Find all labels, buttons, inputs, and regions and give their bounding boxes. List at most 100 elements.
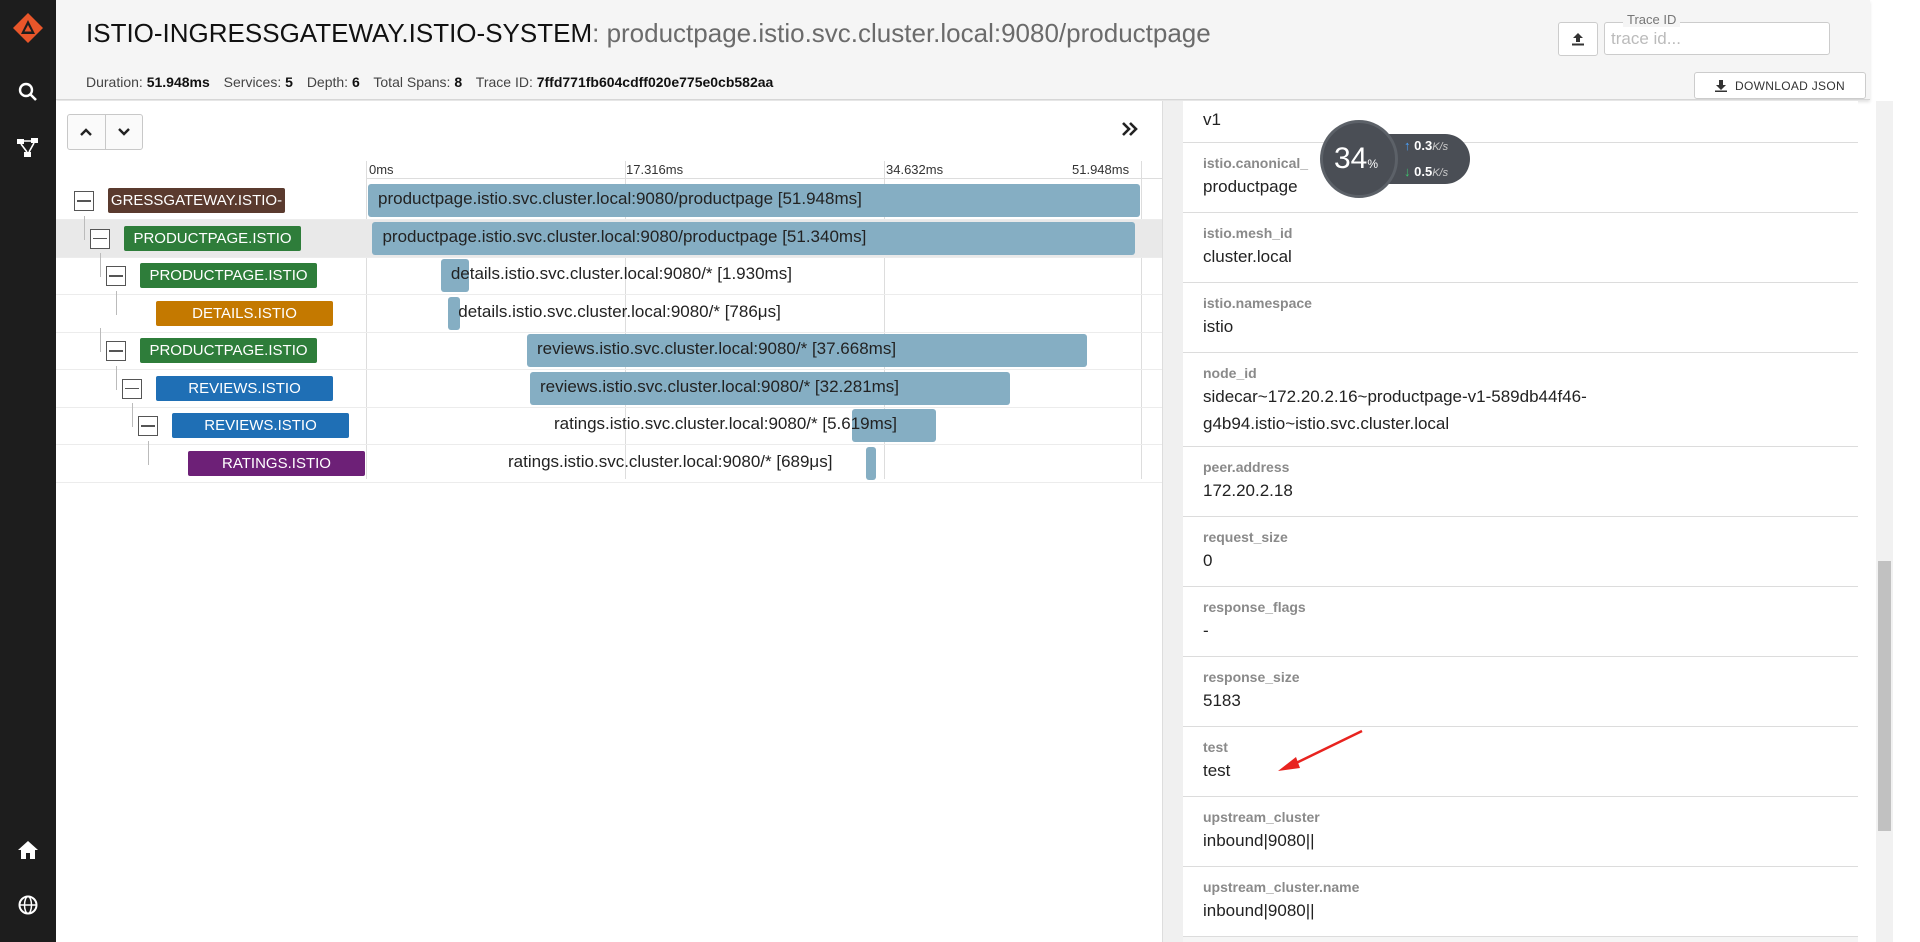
- span-row[interactable]: PRODUCTPAGE.ISTIO details.istio.svc.clust…: [56, 253, 1162, 295]
- tag-row: response_size 5183: [1183, 657, 1858, 727]
- tag-row: v1: [1183, 101, 1858, 143]
- tag-value: inbound|9080||: [1203, 901, 1315, 920]
- tag-key: istio.mesh_id: [1203, 225, 1293, 241]
- jaeger-logo-icon[interactable]: [0, 6, 56, 50]
- download-json-label: DOWNLOAD JSON: [1735, 78, 1845, 93]
- span-bar[interactable]: [865, 446, 877, 480]
- trace-title-operation: productpage.istio.svc.cluster.local:9080…: [606, 18, 1211, 48]
- expand-down-button[interactable]: [106, 115, 143, 149]
- tag-value: 0: [1203, 551, 1213, 570]
- span-label: productpage.istio.svc.cluster.local:9080…: [378, 189, 862, 208]
- depth-label: Depth:: [306, 74, 349, 90]
- search-icon[interactable]: [0, 70, 56, 114]
- span-service-name[interactable]: RATINGS.ISTIO: [188, 450, 365, 476]
- span-row[interactable]: GRESSGATEWAY.ISTIO-productpage.istio.svc…: [56, 182, 1162, 220]
- upload-button[interactable]: [1558, 22, 1598, 56]
- span-label: ratings.istio.svc.cluster.local:9080/* […: [554, 414, 897, 433]
- span-row[interactable]: REVIEWS.ISTIO reviews.istio.svc.cluster.l…: [56, 365, 1162, 408]
- pane-splitter[interactable]: [1162, 101, 1183, 942]
- trace-title: ISTIO-INGRESSGATEWAY.ISTIO-SYSTEM: produ…: [86, 18, 1211, 49]
- cpu-percent-value: 34: [1334, 142, 1368, 175]
- annotation-arrow-icon: [1278, 729, 1363, 771]
- trace-title-service: ISTIO-INGRESSGATEWAY.ISTIO-SYSTEM: [86, 18, 593, 48]
- tag-key: response_size: [1203, 669, 1300, 685]
- tag-value: cluster.local: [1203, 247, 1292, 266]
- span-collapse-toggle[interactable]: [106, 341, 126, 361]
- span-collapse-toggle[interactable]: [138, 416, 158, 436]
- tree-connector: [100, 253, 101, 277]
- total-spans-label: Total Spans:: [373, 74, 451, 90]
- tag-row: upstream_cluster.name inbound|9080||: [1183, 867, 1858, 937]
- tag-value: -: [1203, 621, 1209, 640]
- span-service-name[interactable]: REVIEWS.ISTIO: [172, 413, 349, 438]
- trace-id-search-label: Trace ID: [1623, 12, 1681, 27]
- span-row[interactable]: DETAILS.ISTIO details.istio.svc.cluster.l…: [56, 290, 1162, 333]
- tag-value: 5183: [1203, 691, 1241, 710]
- span-detail-tags: v1 istio.canonical_ productpage istio.mesh_…: [1183, 101, 1858, 942]
- download-json-button[interactable]: DOWNLOAD JSON: [1694, 72, 1866, 99]
- span-service-name[interactable]: DETAILS.ISTIO: [156, 300, 333, 326]
- home-icon[interactable]: [0, 828, 56, 872]
- collapse-up-button[interactable]: [68, 115, 106, 149]
- tag-row: istio.canonical_ productpage: [1183, 143, 1858, 213]
- span-row[interactable]: PRODUCTPAGE.ISTIO reviews.istio.svc.clust…: [56, 328, 1162, 370]
- span-label: ratings.istio.svc.cluster.local:9080/* […: [508, 451, 833, 471]
- trace-id-value: 7ffd771fb604cdff020e775e0cb582aa: [536, 74, 774, 90]
- expand-all-button[interactable]: [1121, 121, 1139, 142]
- tag-key: istio.namespace: [1203, 295, 1312, 311]
- dependencies-icon[interactable]: [0, 126, 56, 170]
- tag-key: istio.canonical_: [1203, 155, 1309, 171]
- span-label: details.istio.svc.cluster.local:9080/* […: [450, 264, 792, 283]
- timeline-tick-label: 51.948ms: [1072, 162, 1130, 177]
- tag-value: istio: [1203, 317, 1234, 336]
- span-service-name[interactable]: PRODUCTPAGE.ISTIO: [140, 263, 317, 288]
- timeline-tick-label: 34.632ms: [886, 162, 944, 177]
- span-service-name[interactable]: REVIEWS.ISTIO: [156, 375, 333, 401]
- scrollbar[interactable]: [1876, 101, 1893, 942]
- span-row[interactable]: REVIEWS.ISTIO ratings.istio.svc.cluster.l…: [56, 403, 1162, 445]
- span-label: reviews.istio.svc.cluster.local:9080/* […: [539, 376, 900, 396]
- tag-key: response_flags: [1203, 599, 1306, 615]
- tag-key: test: [1203, 739, 1228, 755]
- span-collapse-toggle[interactable]: [106, 266, 126, 286]
- span-service-name[interactable]: PRODUCTPAGE.ISTIO: [124, 225, 301, 251]
- trace-header: ISTIO-INGRESSGATEWAY.ISTIO-SYSTEM: produ…: [56, 0, 1870, 100]
- upload-speed-unit: K/s: [1432, 141, 1449, 153]
- tag-row: response_flags -: [1183, 587, 1858, 657]
- tag-key: peer.address: [1203, 459, 1290, 475]
- network-speed-widget[interactable]: 34% ↑ 0.3K/s ↓ 0.5K/s: [1320, 120, 1472, 200]
- upload-speed-value: 0.3: [1414, 138, 1433, 153]
- tree-connector: [100, 328, 101, 352]
- services-value: 5: [285, 74, 293, 90]
- span-collapse-toggle[interactable]: [122, 378, 142, 399]
- span-service-name[interactable]: GRESSGATEWAY.ISTIO-: [108, 188, 285, 213]
- download-icon: [1715, 79, 1728, 92]
- tag-row: istio.mesh_id cluster.local: [1183, 213, 1858, 283]
- trace-meta: Duration: 51.948ms Services: 5 Depth: 6 …: [86, 74, 783, 90]
- span-label: productpage.istio.svc.cluster.local:9080…: [382, 226, 867, 246]
- tag-key: upstream_cluster.name: [1203, 879, 1360, 895]
- span-row[interactable]: PRODUCTPAGE.ISTIO productpage.istio.svc.c…: [56, 215, 1162, 258]
- tree-connector: [84, 215, 85, 240]
- tree-connector: [116, 365, 117, 390]
- cpu-percent-unit: %: [1367, 157, 1379, 171]
- cpu-percent: 34%: [1334, 142, 1378, 176]
- span-collapse-toggle[interactable]: [90, 228, 110, 249]
- ticks-divider: [366, 178, 1162, 179]
- trace-title-separator: :: [592, 18, 607, 48]
- tree-connector: [116, 290, 117, 315]
- tag-value: productpage: [1203, 177, 1298, 196]
- upload-speed: ↑ 0.3K/s: [1404, 138, 1448, 153]
- download-speed: ↓ 0.5K/s: [1404, 164, 1448, 179]
- tag-row: upstream_cluster inbound|9080||: [1183, 797, 1858, 867]
- tree-connector: [148, 440, 149, 465]
- span-row[interactable]: RATINGS.ISTIO ratings.istio.svc.cluster.l…: [56, 440, 1162, 483]
- upload-arrow-icon: ↑: [1404, 138, 1411, 153]
- tag-key: request_size: [1203, 529, 1288, 545]
- globe-icon[interactable]: [0, 883, 56, 927]
- scrollbar-thumb[interactable]: [1878, 561, 1891, 831]
- double-chevron-right-icon: [1122, 122, 1138, 136]
- span-service-name[interactable]: PRODUCTPAGE.ISTIO: [140, 338, 317, 363]
- chevron-down-icon: [117, 128, 130, 136]
- span-collapse-toggle[interactable]: [74, 191, 94, 211]
